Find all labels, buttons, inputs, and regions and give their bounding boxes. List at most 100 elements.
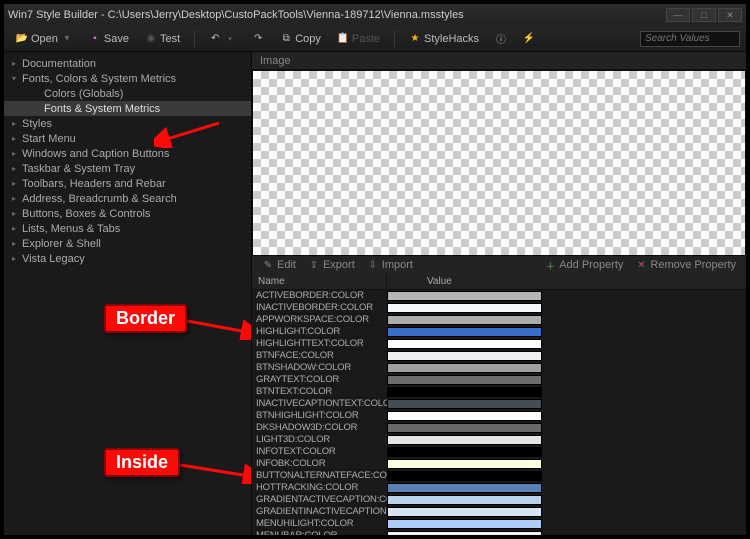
color-swatch[interactable] bbox=[387, 315, 542, 325]
chevron-right-icon: ▸ bbox=[12, 59, 22, 68]
annotation-inside: Inside bbox=[104, 448, 180, 477]
tree-node[interactable]: ▸Explorer & Shell bbox=[4, 236, 251, 251]
play-icon: ◉ bbox=[145, 33, 157, 45]
color-swatch[interactable] bbox=[387, 411, 542, 421]
property-row[interactable]: GRADIENTACTIVECAPTION:COLOR bbox=[252, 494, 746, 506]
stylehacks-button[interactable]: ★StyleHacks bbox=[403, 31, 485, 47]
open-button[interactable]: 📂Open▾ bbox=[10, 31, 79, 47]
color-swatch[interactable] bbox=[387, 435, 542, 445]
edit-button[interactable]: ✎Edit bbox=[258, 259, 300, 271]
color-swatch[interactable] bbox=[387, 351, 542, 361]
property-row[interactable]: INACTIVECAPTIONTEXT:COLOR bbox=[252, 398, 746, 410]
tree-label: Fonts & System Metrics bbox=[44, 103, 160, 115]
property-row[interactable]: BTNHIGHLIGHT:COLOR bbox=[252, 410, 746, 422]
property-row[interactable]: BTNFACE:COLOR bbox=[252, 350, 746, 362]
paste-button[interactable]: 📋Paste bbox=[331, 31, 386, 47]
tree-node[interactable]: ▾Fonts, Colors & System Metrics bbox=[4, 71, 251, 86]
color-swatch[interactable] bbox=[387, 495, 542, 505]
color-swatch[interactable] bbox=[387, 519, 542, 529]
chevron-right-icon: ▸ bbox=[12, 149, 22, 158]
disk-icon: ▪ bbox=[89, 33, 101, 45]
property-row[interactable]: HIGHLIGHT:COLOR bbox=[252, 326, 746, 338]
property-row[interactable]: INFOTEXT:COLOR bbox=[252, 446, 746, 458]
tree-node[interactable]: ▸Taskbar & System Tray bbox=[4, 161, 251, 176]
window-title: Win7 Style Builder - C:\Users\Jerry\Desk… bbox=[8, 9, 666, 21]
tree-node[interactable]: ▸Vista Legacy bbox=[4, 251, 251, 266]
minimize-button[interactable]: — bbox=[666, 8, 690, 22]
tree-node[interactable]: ▸Toolbars, Headers and Rebar bbox=[4, 176, 251, 191]
property-row[interactable]: APPWORKSPACE:COLOR bbox=[252, 314, 746, 326]
tree-node[interactable]: ▸Buttons, Boxes & Controls bbox=[4, 206, 251, 221]
color-swatch[interactable] bbox=[387, 327, 542, 337]
color-swatch[interactable] bbox=[387, 423, 542, 433]
property-row[interactable]: BTNTEXT:COLOR bbox=[252, 386, 746, 398]
tree-node[interactable]: ▸Lists, Menus & Tabs bbox=[4, 221, 251, 236]
undo-icon: ↶ bbox=[209, 33, 221, 45]
color-swatch[interactable] bbox=[387, 387, 542, 397]
color-swatch[interactable] bbox=[387, 459, 542, 469]
color-swatch[interactable] bbox=[387, 471, 542, 481]
color-swatch[interactable] bbox=[387, 447, 542, 457]
property-name: INACTIVECAPTIONTEXT:COLOR bbox=[252, 398, 387, 409]
tree-label: Vista Legacy bbox=[22, 253, 85, 265]
import-button[interactable]: ⇩Import bbox=[363, 259, 417, 271]
tree-label: Start Menu bbox=[22, 133, 76, 145]
remove-property-button[interactable]: ✕Remove Property bbox=[631, 259, 740, 271]
wand-button[interactable]: ⚡ bbox=[517, 31, 541, 47]
chevron-right-icon: ▸ bbox=[12, 164, 22, 173]
add-property-button[interactable]: ＋Add Property bbox=[540, 259, 627, 271]
search-input[interactable] bbox=[640, 31, 740, 47]
chevron-down-icon: ▾ bbox=[224, 33, 236, 45]
property-name: MENUHILIGHT:COLOR bbox=[252, 518, 387, 529]
color-swatch[interactable] bbox=[387, 375, 542, 385]
property-row[interactable]: HOTTRACKING:COLOR bbox=[252, 482, 746, 494]
property-row[interactable]: MENUHILIGHT:COLOR bbox=[252, 518, 746, 530]
info-button[interactable]: ⓘ bbox=[489, 31, 513, 47]
tree-node[interactable]: ▸Address, Breadcrumb & Search bbox=[4, 191, 251, 206]
arrow-annotation bbox=[182, 310, 252, 340]
col-value-header[interactable]: Value bbox=[387, 274, 542, 289]
color-swatch[interactable] bbox=[387, 303, 542, 313]
redo-button[interactable]: ↷ bbox=[246, 31, 270, 47]
color-swatch[interactable] bbox=[387, 531, 542, 536]
property-row[interactable]: HIGHLIGHTTEXT:COLOR bbox=[252, 338, 746, 350]
tree-label: Windows and Caption Buttons bbox=[22, 148, 169, 160]
property-row[interactable]: BTNSHADOW:COLOR bbox=[252, 362, 746, 374]
export-button[interactable]: ⇪Export bbox=[304, 259, 359, 271]
property-name: APPWORKSPACE:COLOR bbox=[252, 314, 387, 325]
property-row[interactable]: BUTTONALTERNATEFACE:COLOR bbox=[252, 470, 746, 482]
property-row[interactable]: GRAYTEXT:COLOR bbox=[252, 374, 746, 386]
color-swatch[interactable] bbox=[387, 399, 542, 409]
export-icon: ⇪ bbox=[308, 259, 320, 271]
color-swatch[interactable] bbox=[387, 507, 542, 517]
color-swatch[interactable] bbox=[387, 483, 542, 493]
property-row[interactable]: ACTIVEBORDER:COLOR bbox=[252, 290, 746, 302]
tree-node[interactable]: Colors (Globals) bbox=[4, 86, 251, 101]
property-name: MENUBAR:COLOR bbox=[252, 530, 387, 535]
close-button[interactable]: ✕ bbox=[718, 8, 742, 22]
property-row[interactable]: LIGHT3D:COLOR bbox=[252, 434, 746, 446]
tree-node[interactable]: ▸Documentation bbox=[4, 56, 251, 71]
save-button[interactable]: ▪Save bbox=[83, 31, 135, 47]
col-name-header[interactable]: Name bbox=[252, 274, 387, 289]
property-row[interactable]: GRADIENTINACTIVECAPTION:COLOR bbox=[252, 506, 746, 518]
color-swatch[interactable] bbox=[387, 339, 542, 349]
copy-button[interactable]: ⧉Copy bbox=[274, 31, 327, 47]
property-name: HOTTRACKING:COLOR bbox=[252, 482, 387, 493]
tree-label: Toolbars, Headers and Rebar bbox=[22, 178, 166, 190]
x-icon: ✕ bbox=[635, 259, 647, 271]
property-row[interactable]: DKSHADOW3D:COLOR bbox=[252, 422, 746, 434]
tree-node[interactable]: Fonts & System Metrics bbox=[4, 101, 251, 116]
test-button[interactable]: ◉Test bbox=[139, 31, 186, 47]
maximize-button[interactable]: □ bbox=[692, 8, 716, 22]
property-row[interactable]: INACTIVEBORDER:COLOR bbox=[252, 302, 746, 314]
color-swatch[interactable] bbox=[387, 291, 542, 301]
property-row[interactable]: INFOBK:COLOR bbox=[252, 458, 746, 470]
color-swatch[interactable] bbox=[387, 363, 542, 373]
chevron-right-icon: ▸ bbox=[12, 134, 22, 143]
property-row[interactable]: MENUBAR:COLOR bbox=[252, 530, 746, 535]
tree-node[interactable]: ▸Windows and Caption Buttons bbox=[4, 146, 251, 161]
undo-button[interactable]: ↶▾ bbox=[203, 31, 242, 47]
property-name: BTNHIGHLIGHT:COLOR bbox=[252, 410, 387, 421]
chevron-right-icon: ▸ bbox=[12, 194, 22, 203]
